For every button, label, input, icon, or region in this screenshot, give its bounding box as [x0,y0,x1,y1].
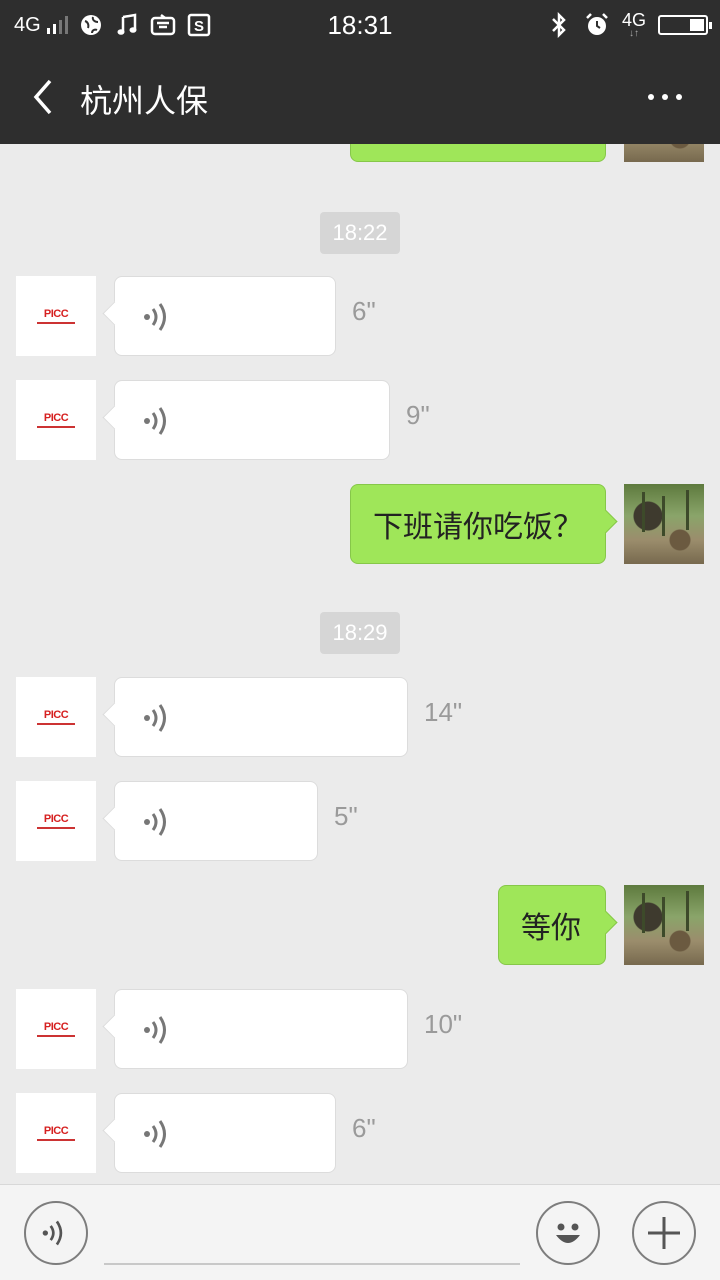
voice-message-bubble[interactable] [114,1093,336,1173]
voice-message-bubble[interactable] [114,677,408,757]
voice-input-button[interactable] [24,1201,88,1265]
message-row: PICC 6" [0,276,720,356]
voice-message-bubble[interactable] [114,380,390,460]
more-dots-icon [648,94,654,100]
status-bar: 4G S 18:31 4G ↓↑ [0,0,720,50]
contact-avatar[interactable]: PICC [16,1093,96,1173]
voice-input-icon [42,1220,63,1246]
contact-avatar[interactable]: PICC [16,380,96,460]
time-label: 18:22 [0,212,720,254]
voice-message-bubble[interactable] [114,276,336,356]
message-row: PICC 14" [0,677,720,757]
voice-duration: 6" [352,1113,376,1143]
chevron-left-icon [33,79,52,115]
plus-button[interactable] [632,1201,696,1265]
alarm-clock-icon [584,12,610,38]
voice-duration: 6" [352,296,376,326]
message-row: PICC 9" [0,380,720,460]
more-button[interactable] [640,80,690,114]
message-row: PICC 6" [0,1093,720,1173]
message-row: 下班请你吃饭？ [0,484,720,564]
bluetooth-icon [546,12,572,38]
contact-avatar[interactable]: PICC [16,677,96,757]
message-row-previous [0,144,720,162]
chat-area[interactable]: 18:22 PICC 6" PICC 9" 下班请你吃饭？ 18:29 PICC… [0,144,720,1184]
contact-avatar[interactable]: PICC [16,989,96,1069]
data-arrows-icon: ↓↑ [628,28,639,39]
message-row: PICC 5" [0,781,720,861]
voice-wave-icon [144,704,166,732]
voice-wave-icon [144,1120,166,1148]
voice-duration: 10" [424,1009,463,1039]
outgoing-text-bubble[interactable]: 等你 [498,885,606,965]
input-bar [0,1184,720,1280]
time-label: 18:29 [0,612,720,654]
voice-message-bubble[interactable] [114,989,408,1069]
voice-duration: 9" [406,400,430,430]
right-network-type: 4G [621,10,646,30]
user-avatar[interactable] [624,885,704,965]
user-avatar[interactable] [624,144,704,162]
user-avatar[interactable] [624,484,704,564]
voice-wave-icon [144,303,166,331]
emoji-button[interactable] [536,1201,600,1265]
voice-duration: 14" [424,697,463,727]
battery-icon [658,15,712,35]
chat-title: 杭州人保 [80,82,209,120]
message-row: PICC 10" [0,989,720,1069]
voice-duration: 5" [334,801,358,831]
emoji-icon [556,1223,580,1243]
outgoing-bubble-partial[interactable] [350,144,606,162]
message-row: 等你 [0,885,720,965]
plus-icon [648,1217,680,1249]
message-input[interactable] [104,1205,520,1265]
status-right: 4G ↓↑ [546,8,712,42]
voice-message-bubble[interactable] [114,781,318,861]
back-button[interactable] [18,72,68,122]
contact-avatar[interactable]: PICC [16,276,96,356]
contact-avatar[interactable]: PICC [16,781,96,861]
network-4g-indicator: 4G ↓↑ [622,11,646,39]
nav-bar: 杭州人保 [0,50,720,144]
voice-wave-icon [144,1016,166,1044]
voice-wave-icon [144,808,166,836]
voice-wave-icon [144,407,166,435]
outgoing-text-bubble[interactable]: 下班请你吃饭？ [350,484,606,564]
